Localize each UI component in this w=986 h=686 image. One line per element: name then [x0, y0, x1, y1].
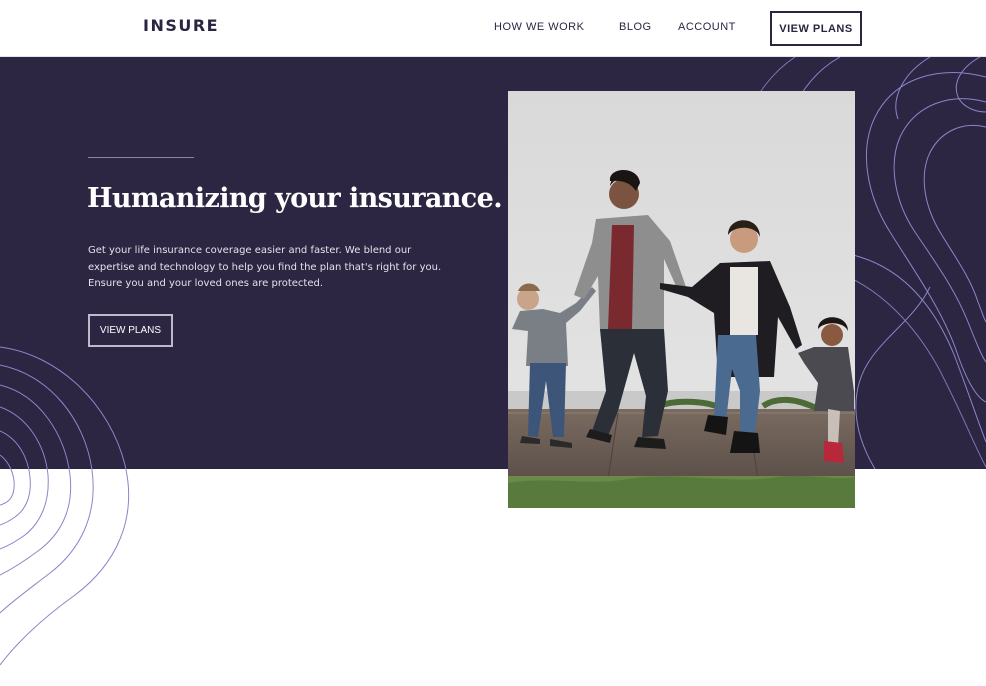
hero-title: Humanizing your insurance.	[87, 183, 503, 214]
hero-view-plans-button[interactable]: VIEW PLANS	[88, 314, 173, 347]
nav-link-how-we-work[interactable]: HOW WE WORK	[494, 21, 584, 33]
hero-description: Get your life insurance coverage easier …	[88, 245, 442, 289]
nav-link-account[interactable]: ACCOUNT	[678, 21, 736, 33]
site-header: INSURE HOW WE WORK BLOG ACCOUNT VIEW PLA…	[0, 0, 986, 57]
logo[interactable]: INSURE	[143, 16, 219, 35]
nav-link-blog[interactable]: BLOG	[619, 21, 652, 33]
view-plans-button[interactable]: VIEW PLANS	[770, 11, 862, 46]
family-walking-photo	[508, 91, 855, 508]
hero-accent-line	[88, 157, 194, 158]
topographic-pattern-left	[0, 346, 130, 666]
